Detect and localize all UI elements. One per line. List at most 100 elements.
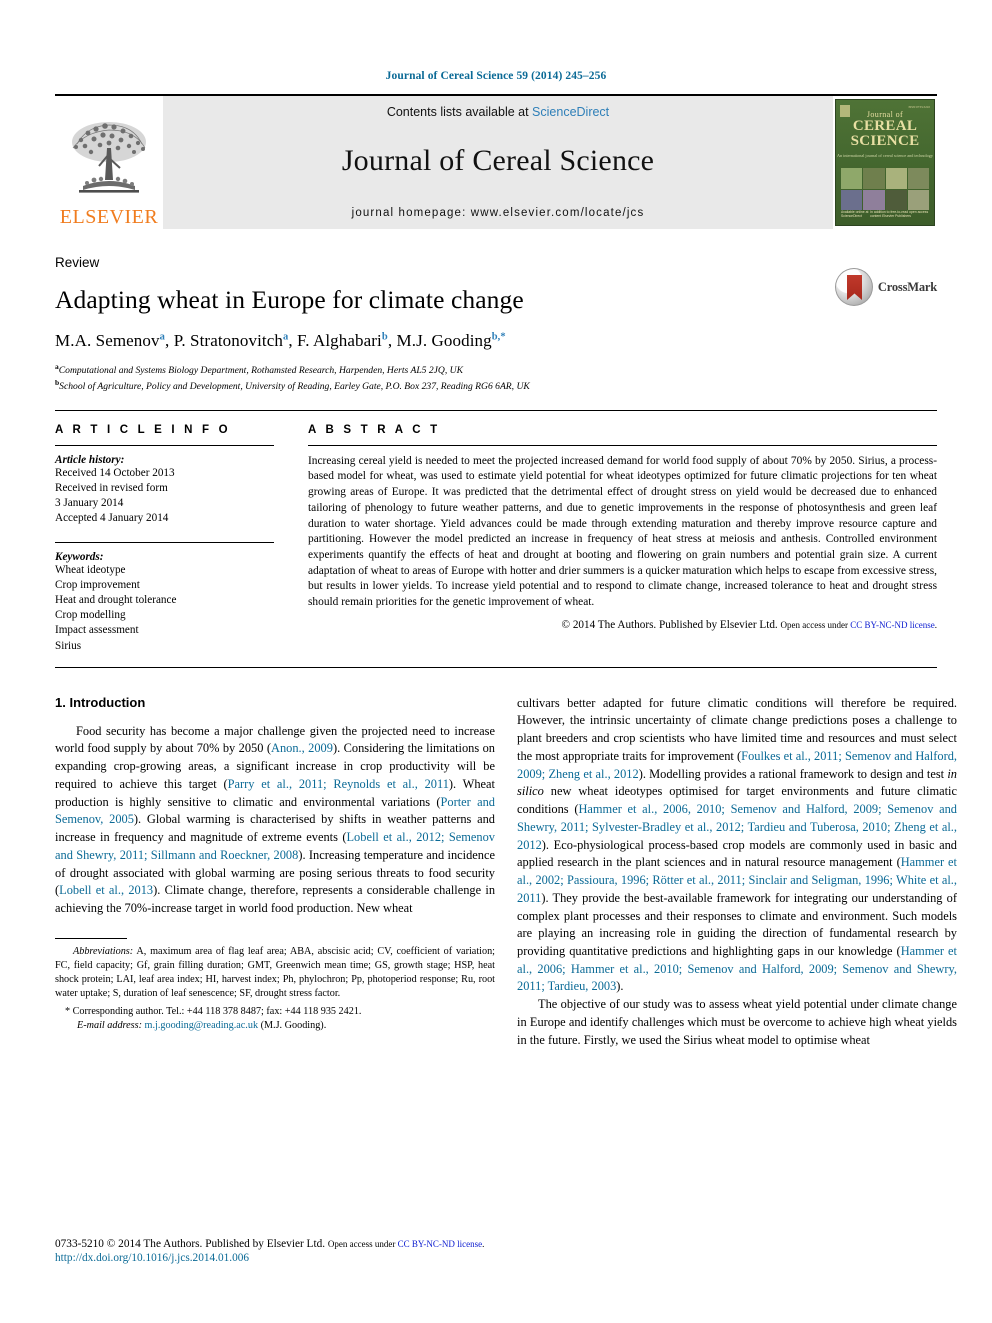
divider bbox=[55, 666, 937, 668]
footer-license-link[interactable]: CC BY-NC-ND license bbox=[398, 1239, 483, 1249]
crossmark-icon bbox=[835, 268, 873, 306]
author-separator: , bbox=[387, 331, 397, 350]
abstract-heading: A B S T R A C T bbox=[308, 423, 441, 436]
cover-image: ISSN 0733-5210 Journal of CEREAL SCIENCE… bbox=[835, 99, 935, 226]
email-footnote: E-mail address: m.j.gooding@reading.ac.u… bbox=[55, 1019, 495, 1033]
keyword-item: Heat and drought tolerance bbox=[55, 594, 177, 607]
article-info-heading: A R T I C L E I N F O bbox=[55, 423, 231, 436]
journal-homepage-link[interactable]: journal homepage: www.elsevier.com/locat… bbox=[352, 207, 645, 219]
keyword-item: Crop improvement bbox=[55, 579, 140, 592]
affiliation-text: Computational and Systems Biology Depart… bbox=[58, 365, 463, 377]
cover-foot-left: Available online at ScienceDirect bbox=[841, 210, 869, 218]
affiliation: aComputational and Systems Biology Depar… bbox=[55, 362, 937, 378]
email-label: E-mail address: bbox=[77, 1020, 142, 1032]
article-history-item: 3 January 2014 bbox=[55, 496, 124, 509]
article-history-item: Received 14 October 2013 bbox=[55, 466, 175, 479]
open-access-note: Open access under bbox=[780, 619, 851, 630]
footer-copyright-line: 0733-5210 © 2014 The Authors. Published … bbox=[55, 1238, 484, 1250]
info-abstract-band: A R T I C L E I N F O Article history: R… bbox=[55, 409, 937, 654]
keywords-block: Keywords: Wheat ideotype Crop improvement… bbox=[55, 551, 274, 654]
author-name: F. Alghabari bbox=[297, 331, 382, 350]
author-name: P. Stratonovitch bbox=[173, 331, 283, 350]
cover-tagline: An international journal of cereal scien… bbox=[837, 152, 933, 158]
body-text: ). They provide the best-available frame… bbox=[517, 890, 957, 958]
license-tail: . bbox=[934, 619, 937, 630]
paragraph: Food security has become a major challen… bbox=[55, 723, 495, 918]
article-header: Review Adapting wheat in Europe for clim… bbox=[55, 255, 937, 394]
contents-prefix: Contents lists available at bbox=[386, 105, 533, 119]
email-link[interactable]: m.j.gooding@reading.ac.uk bbox=[145, 1020, 259, 1031]
page-footer: 0733-5210 © 2014 The Authors. Published … bbox=[55, 1238, 484, 1264]
abbreviations-footnote: Abbreviations: A, maximum area of flag l… bbox=[55, 945, 495, 1001]
footnote-rule bbox=[55, 937, 127, 939]
abstract-text: Increasing cereal yield is needed to mee… bbox=[308, 454, 937, 609]
divider bbox=[308, 444, 937, 446]
crossmark-badge[interactable]: CrossMark bbox=[835, 267, 937, 307]
paper-page: Journal of Cereal Science 59 (2014) 245–… bbox=[0, 0, 992, 1323]
body-right-column: cultivars better adapted for future clim… bbox=[517, 695, 957, 1050]
body-text: ). Eco-physiological process-based crop … bbox=[517, 837, 957, 870]
citation-link[interactable]: Parry et al., 2011; Reynolds et al., 201… bbox=[228, 777, 449, 791]
journal-masthead: ELSEVIER Contents lists available at Sci… bbox=[55, 94, 937, 229]
cover-foot-right: In addition to free-to-read open access … bbox=[870, 210, 929, 218]
cover-elsevier-mark-icon bbox=[840, 105, 850, 117]
elsevier-logo: ELSEVIER bbox=[55, 96, 163, 229]
divider bbox=[55, 542, 274, 544]
author-list: M.A. Semenova, P. Stratonovitcha, F. Alg… bbox=[55, 331, 937, 351]
keyword-item: Crop modelling bbox=[55, 609, 126, 622]
crossmark-label: CrossMark bbox=[877, 279, 937, 294]
copyright-main: © 2014 The Authors. Published by Elsevie… bbox=[561, 618, 778, 631]
cover-line2a: CEREAL bbox=[852, 118, 918, 134]
body-text: ). Modelling provides a rational framewo… bbox=[638, 766, 948, 781]
running-head: Journal of Cereal Science 59 (2014) 245–… bbox=[385, 70, 607, 82]
paragraph: The objective of our study was to assess… bbox=[517, 997, 957, 1047]
cover-line2b: SCIENCE bbox=[850, 133, 920, 150]
article-info-column: A R T I C L E I N F O Article history: R… bbox=[55, 424, 300, 654]
citation-link[interactable]: Anon., 2009 bbox=[271, 741, 333, 755]
cover-issn: ISSN 0733-5210 bbox=[908, 105, 930, 109]
abstract-column: A B S T R A C T Increasing cereal yield … bbox=[300, 424, 937, 654]
doi-link[interactable]: http://dx.doi.org/10.1016/j.jcs.2014.01.… bbox=[55, 1252, 484, 1264]
section-heading-introduction: 1. Introduction bbox=[55, 694, 146, 710]
keywords-label: Keywords: bbox=[55, 551, 104, 564]
journal-title: Journal of Cereal Science bbox=[341, 144, 655, 177]
paragraph: cultivars better adapted for future clim… bbox=[517, 695, 957, 996]
elsevier-wordmark: ELSEVIER bbox=[59, 206, 159, 228]
author-name: M.A. Semenov bbox=[55, 331, 160, 350]
affiliation-text: School of Agriculture, Policy and Develo… bbox=[59, 380, 530, 392]
article-history-label: Article history: bbox=[55, 453, 125, 466]
sciencedirect-link[interactable]: ScienceDirect bbox=[532, 105, 609, 119]
keywords-lines: Wheat ideotype Crop improvement Heat and d… bbox=[55, 563, 274, 654]
affiliation-list: aComputational and Systems Biology Depar… bbox=[55, 362, 937, 394]
article-history-lines: Received 14 October 2013 Received in revi… bbox=[55, 466, 274, 526]
cover-footer: Available online at ScienceDirect In add… bbox=[841, 210, 929, 222]
email-tail: (M.J. Gooding). bbox=[258, 1020, 327, 1032]
article-history-item: Accepted 4 January 2014 bbox=[55, 511, 169, 524]
abbreviations-label: Abbreviations: bbox=[73, 945, 134, 957]
author-separator: , bbox=[288, 331, 298, 350]
page-title: Adapting wheat in Europe for climate cha… bbox=[55, 285, 524, 314]
divider bbox=[55, 444, 274, 446]
article-history-item: Received in revised form bbox=[55, 481, 168, 494]
article-body: 1. Introduction Food security has become… bbox=[55, 695, 957, 1050]
affiliation: bSchool of Agriculture, Policy and Devel… bbox=[55, 378, 937, 394]
footer-license-tail: . bbox=[482, 1239, 485, 1249]
cover-photo-grid bbox=[841, 168, 929, 210]
author-name: M.J. Gooding bbox=[396, 331, 492, 350]
license-link[interactable]: CC BY-NC-ND license bbox=[850, 620, 935, 630]
journal-banner: Contents lists available at ScienceDirec… bbox=[163, 96, 833, 229]
body-text: ). bbox=[616, 979, 624, 994]
footer-issn-copyright: 0733-5210 © 2014 The Authors. Published … bbox=[55, 1238, 326, 1250]
keyword-item: Wheat ideotype bbox=[55, 564, 126, 577]
keyword-item: Sirius bbox=[55, 639, 82, 652]
corresponding-author-footnote: * Corresponding author. Tel.: +44 118 37… bbox=[65, 1006, 362, 1018]
keyword-item: Impact assessment bbox=[55, 624, 139, 637]
body-left-column: 1. Introduction Food security has become… bbox=[55, 695, 495, 1050]
journal-cover-thumbnail: ISSN 0733-5210 Journal of CEREAL SCIENCE… bbox=[833, 96, 937, 229]
abstract-copyright: © 2014 The Authors. Published by Elsevie… bbox=[308, 619, 937, 631]
article-type-label: Review bbox=[55, 255, 100, 270]
author-affiliation-mark: b,* bbox=[491, 331, 506, 343]
citation-link[interactable]: Lobell et al., 2013 bbox=[59, 883, 153, 897]
elsevier-tree-icon bbox=[72, 122, 146, 193]
contents-list-line: Contents lists available at ScienceDirec… bbox=[387, 105, 609, 119]
